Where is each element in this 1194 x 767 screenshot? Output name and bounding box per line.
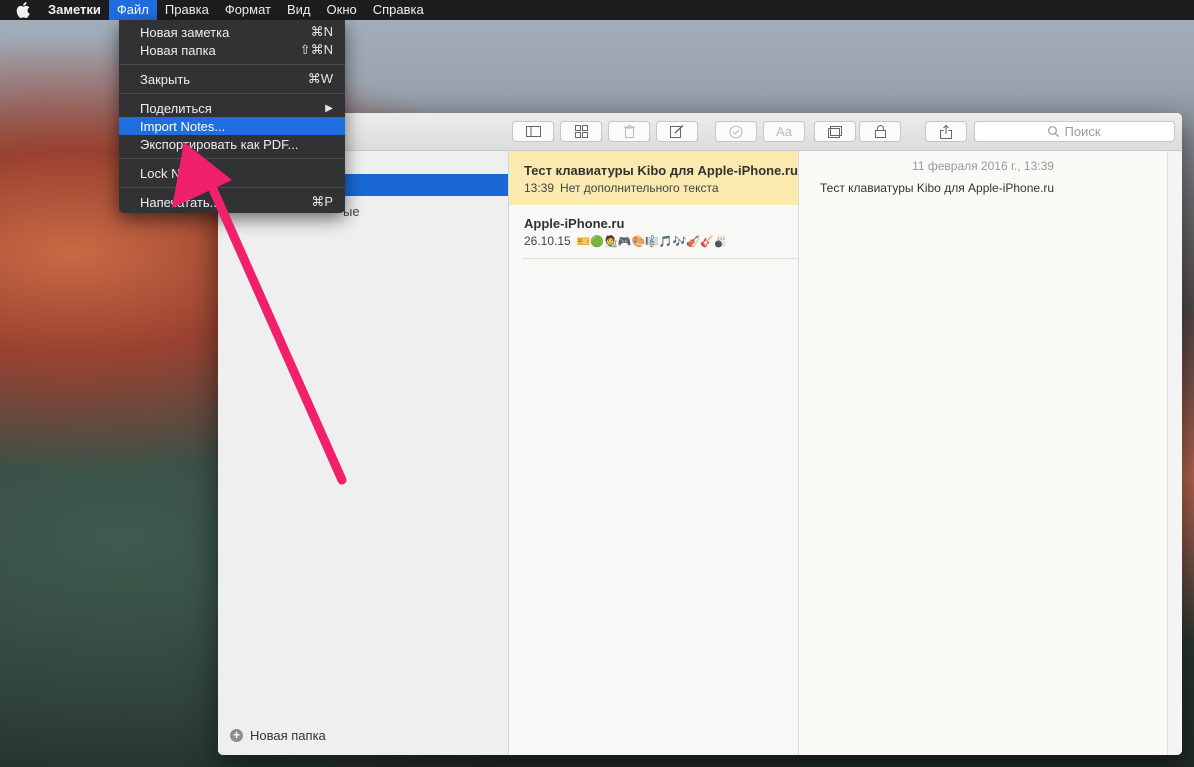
note-preview: Нет дополнительного текста <box>560 181 719 195</box>
menu-item-shortcut: ⌘W <box>307 71 333 86</box>
search-placeholder: Поиск <box>1064 124 1101 139</box>
new-folder-button[interactable]: + Новая папка <box>230 728 326 743</box>
window-icon <box>828 125 842 138</box>
menu-item-close[interactable]: Закрыть ⌘W <box>119 70 345 88</box>
note-timestamp: 11 февраля 2016 г., 13:39 <box>912 159 1054 173</box>
list-divider <box>522 258 798 259</box>
menu-item-import-notes[interactable]: Import Notes... <box>119 117 345 135</box>
delete-button[interactable] <box>608 121 650 142</box>
lock-button[interactable] <box>859 121 901 142</box>
share-button[interactable] <box>925 121 967 142</box>
lock-icon <box>874 125 886 138</box>
menu-separator <box>119 158 345 159</box>
note-editor[interactable]: 11 февраля 2016 г., 13:39 Тест клавиатур… <box>799 151 1167 755</box>
folders-sidebar: ые + Новая папка <box>218 151 509 755</box>
menu-item-print[interactable]: Напечатать... ⌘P <box>119 193 345 211</box>
notes-window: Aa Поиск ые + Новая папка Тест клавиатур… <box>218 113 1182 755</box>
menu-app-notes[interactable]: Заметки <box>40 0 109 20</box>
menu-item-label: Поделиться <box>140 100 212 116</box>
list-item[interactable]: Тест клавиатуры Kibo для Apple-iPhone.ru… <box>509 151 798 205</box>
list-item[interactable]: Apple-iPhone.ru 26.10.15 🎫🟢🧑‍🎨🎮🎨🎼🎵🎶🎻🎸🎳 <box>509 205 798 258</box>
notes-list: Тест клавиатуры Kibo для Apple-iPhone.ru… <box>509 151 799 755</box>
share-icon <box>940 124 952 139</box>
trash-icon <box>623 125 635 138</box>
note-date: 26.10.15 <box>524 234 571 248</box>
note-meta: 26.10.15 🎫🟢🧑‍🎨🎮🎨🎼🎵🎶🎻🎸🎳 <box>524 234 798 248</box>
menu-item-share[interactable]: Поделиться ▶ <box>119 99 345 117</box>
menu-separator <box>119 187 345 188</box>
note-preview: 🎫🟢🧑‍🎨🎮🎨🎼🎵🎶🎻🎸🎳 <box>576 236 728 248</box>
menu-item-label: Напечатать... <box>140 194 221 210</box>
sidebar-toggle-button[interactable] <box>512 121 554 142</box>
menu-bar: Заметки Файл Правка Формат Вид Окно Спра… <box>0 0 1194 20</box>
menu-item-shortcut: ⌘P <box>311 194 333 209</box>
note-meta: 13:39 Нет дополнительного текста <box>524 181 798 195</box>
menu-item-label: Import Notes... <box>140 118 226 134</box>
submenu-arrow-icon: ▶ <box>325 102 333 114</box>
attachments-button[interactable] <box>560 121 602 142</box>
search-input[interactable]: Поиск <box>974 121 1175 142</box>
checkmark-circle-icon <box>729 125 743 138</box>
plus-icon: + <box>230 729 243 742</box>
menu-separator <box>119 64 345 65</box>
new-note-button[interactable] <box>656 121 698 142</box>
menu-item-label: Lock Note <box>140 165 199 181</box>
window-button[interactable] <box>814 121 856 142</box>
menu-window[interactable]: Окно <box>319 0 365 20</box>
search-icon <box>1048 126 1060 137</box>
menu-item-label: Новая заметка <box>140 24 230 40</box>
file-menu-dropdown: Новая заметка ⌘N Новая папка ⇧⌘N Закрыть ⌘W… <box>119 20 345 213</box>
apple-icon[interactable] <box>0 0 40 20</box>
new-folder-label: Новая папка <box>250 728 326 743</box>
menu-item-label: Экспортировать как PDF... <box>140 136 299 152</box>
note-body[interactable]: Тест клавиатуры Kibo для Apple-iPhone.ru <box>820 181 1054 195</box>
font-icon: Aa <box>776 124 792 139</box>
sidebar-folder-label[interactable]: ые <box>343 204 360 219</box>
menu-item-new-folder[interactable]: Новая папка ⇧⌘N <box>119 41 345 59</box>
menu-separator <box>119 93 345 94</box>
checklist-button[interactable] <box>715 121 757 142</box>
menu-item-shortcut: ⌘N <box>310 24 333 39</box>
menu-item-label: Закрыть <box>140 71 191 87</box>
menu-item-shortcut: ⇧⌘N <box>299 42 333 57</box>
font-button[interactable]: Aa <box>763 121 805 142</box>
sidebar-icon <box>525 126 541 137</box>
note-title: Тест клавиатуры Kibo для Apple-iPhone.ru <box>524 163 798 178</box>
compose-icon <box>670 125 684 138</box>
grid-icon <box>574 125 588 138</box>
menu-edit[interactable]: Правка <box>157 0 217 20</box>
note-title: Apple-iPhone.ru <box>524 216 625 231</box>
menu-item-lock-note[interactable]: Lock Note <box>119 164 345 182</box>
menu-item-label: Новая папка <box>140 42 216 58</box>
menu-view[interactable]: Вид <box>279 0 319 20</box>
scrollbar[interactable] <box>1167 151 1182 755</box>
menu-item-export-pdf[interactable]: Экспортировать как PDF... <box>119 135 345 153</box>
menu-item-new-note[interactable]: Новая заметка ⌘N <box>119 23 345 41</box>
toolbar: Aa Поиск <box>218 113 1182 151</box>
note-date: 13:39 <box>524 181 555 195</box>
menu-format[interactable]: Формат <box>217 0 279 20</box>
menu-file[interactable]: Файл <box>108 0 157 20</box>
menu-help[interactable]: Справка <box>365 0 432 20</box>
